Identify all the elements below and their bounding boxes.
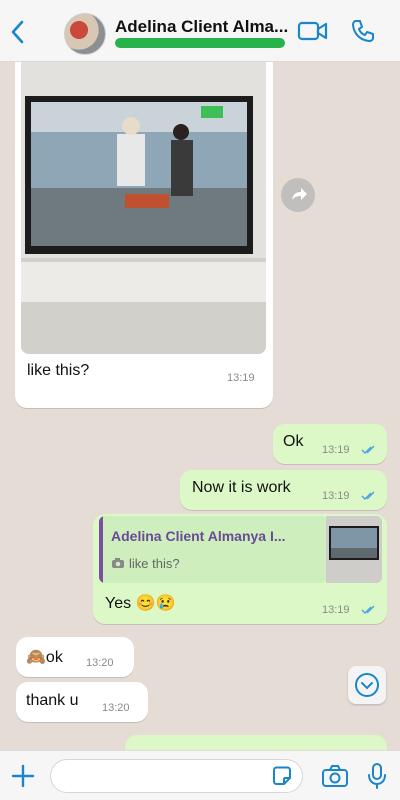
quoted-sender: Adelina Client Almanya I... [111,528,286,544]
sticker-button[interactable] [270,764,294,793]
message-time: 13:19 [322,490,350,502]
read-ticks-icon [361,491,375,501]
quoted-text: like this? [129,556,180,571]
scroll-to-bottom-button[interactable] [348,666,386,704]
message-text: Now it is work [192,479,291,496]
composer-bar [0,750,400,800]
voice-message-button[interactable] [366,762,388,795]
message-text: like this? [27,362,90,379]
message-bubble-incoming[interactable]: 🙈ok 13:20 [16,637,134,677]
contact-avatar[interactable] [64,13,106,55]
chat-header: Adelina Client Alma... [0,0,400,62]
message-bubble-incoming[interactable]: like this? 13:19 [15,62,273,408]
image-attachment[interactable] [21,62,266,354]
message-time: 13:19 [227,372,255,384]
video-camera-icon [297,21,328,41]
message-text: 🙈ok [26,649,63,666]
sticker-icon [273,766,291,785]
quote-accent-bar [99,516,103,583]
quoted-message[interactable]: Adelina Client Almanya I... like this? [99,516,327,583]
message-text: Yes 😊😢 [105,595,176,612]
message-bubble-incoming[interactable]: thank u 13:20 [16,682,148,722]
camera-button[interactable] [321,763,349,794]
phone-icon [352,20,374,42]
message-input[interactable] [50,759,303,793]
message-time: 13:19 [322,444,350,456]
photo-of-tv-screen [21,62,266,354]
message-list[interactable]: like this? 13:19 Ok 13:19 Now it is work… [0,62,400,750]
message-bubble-outgoing[interactable]: Now it is work 13:19 [180,470,387,510]
forward-icon [292,188,307,200]
contact-name[interactable]: Adelina Client Alma... [115,17,295,37]
plus-icon [11,764,35,788]
camera-icon [322,765,348,787]
quoted-image-thumbnail [326,516,382,583]
chevron-down-circle-icon [355,673,379,697]
read-ticks-icon [361,605,375,615]
message-time: 13:19 [322,604,350,616]
message-time: 13:20 [86,657,114,669]
read-ticks-icon [361,445,375,455]
microphone-icon [368,763,386,789]
message-time: 13:20 [102,702,130,714]
forward-button[interactable] [281,178,315,212]
attach-button[interactable] [10,763,36,794]
video-call-button[interactable] [297,18,329,49]
camera-icon [112,558,124,568]
voice-call-button[interactable] [350,18,376,49]
message-text: Ok [283,433,304,450]
message-text: thank u [26,692,79,709]
contact-status-bar [115,38,285,48]
message-bubble-outgoing-partial[interactable] [125,735,387,750]
back-button[interactable] [6,17,30,47]
message-bubble-outgoing[interactable]: Ok 13:19 [273,424,387,464]
photo-thumbnail [326,516,382,583]
chevron-left-icon [11,20,24,44]
